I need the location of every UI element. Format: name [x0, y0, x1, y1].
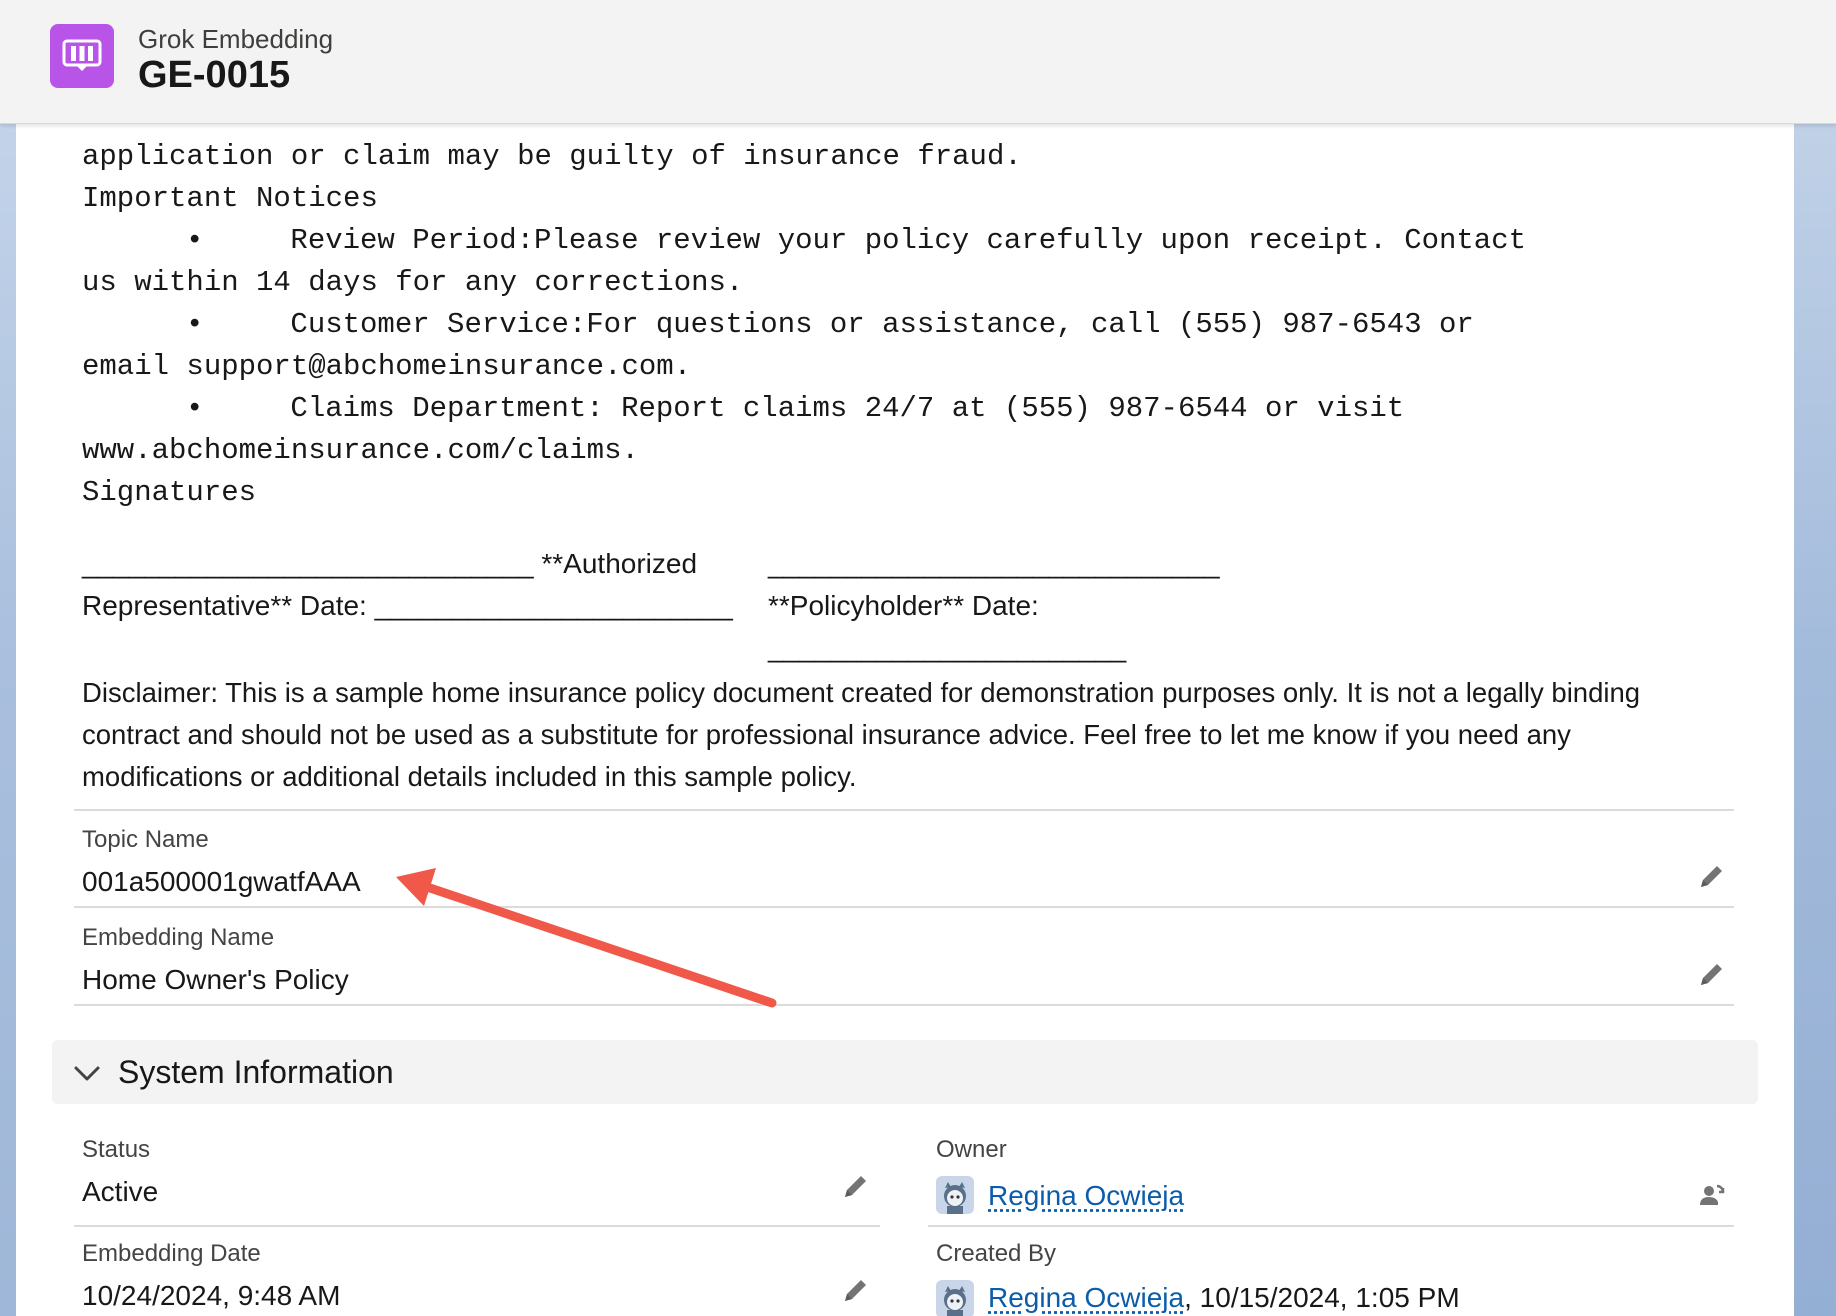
created-by-label: Created By: [936, 1240, 1057, 1267]
notice-bullet-review: • Review Period:Please review your polic…: [186, 224, 1527, 257]
divider: [74, 1004, 1734, 1006]
grok-embedding-app-icon: [50, 24, 114, 88]
divider: [74, 809, 1734, 811]
pencil-icon[interactable]: [1696, 960, 1726, 990]
embedding-date-value: 10/24/2024, 9:48 AM: [82, 1280, 341, 1311]
content-line: application or claim may be guilty of in…: [82, 140, 1022, 173]
owner-label: Owner: [936, 1136, 1007, 1163]
pencil-icon[interactable]: [840, 1172, 870, 1202]
user-avatar-icon: [936, 1280, 974, 1316]
notice-bullet-claims: • Claims Department: Report claims 24/7 …: [186, 392, 1405, 425]
created-by-value: Regina Ocwieja, 10/15/2024, 1:05 PM: [988, 1282, 1460, 1314]
topic-name-label: Topic Name: [82, 826, 209, 853]
object-type-label: Grok Embedding: [138, 24, 334, 54]
pencil-icon[interactable]: [840, 1276, 870, 1306]
book-icon: [62, 39, 102, 71]
created-by-date: , 10/15/2024, 1:05 PM: [1184, 1282, 1460, 1313]
divider: [928, 1225, 1734, 1227]
record-header: Grok Embedding GE-0015: [0, 0, 1836, 124]
page-background-left: [0, 0, 16, 1316]
created-by-link[interactable]: Regina Ocwieja: [988, 1282, 1184, 1313]
owner-link[interactable]: Regina Ocwieja: [988, 1180, 1184, 1212]
embedding-name-value: Home Owner's Policy: [82, 964, 349, 995]
page-background-right: [1794, 0, 1836, 1316]
notice-bullet-service: • Customer Service:For questions or assi…: [186, 308, 1474, 341]
topic-name-value: 001a500001gwatfAAA: [82, 866, 361, 897]
signatures-heading: Signatures: [82, 476, 257, 509]
divider: [74, 906, 1734, 908]
chevron-down-icon[interactable]: [72, 1058, 102, 1088]
change-owner-icon[interactable]: [1696, 1180, 1726, 1210]
notices-heading: Important Notices: [82, 182, 378, 215]
signature-right-line: _____________________________: [768, 548, 1220, 579]
disclaimer-text: Disclaimer: This is a sample home insura…: [82, 677, 1641, 792]
signature-left-line: _____________________________ **Authoriz…: [82, 548, 698, 579]
notice-bullet-service-cont: email support@abchomeinsurance.com.: [82, 350, 692, 383]
record-title: GE-0015: [138, 54, 291, 96]
section-title: System Information: [118, 1054, 394, 1090]
divider: [74, 1225, 880, 1227]
notice-bullet-claims-cont: www.abchomeinsurance.com/claims.: [82, 434, 639, 467]
user-avatar-icon: [936, 1176, 974, 1214]
system-information-section-header[interactable]: System Information: [52, 1040, 1758, 1104]
signature-left-date: Representative** Date: _________________…: [82, 590, 733, 621]
embedding-date-label: Embedding Date: [82, 1240, 261, 1267]
pencil-icon[interactable]: [1696, 862, 1726, 892]
status-label: Status: [82, 1136, 151, 1163]
status-value: Active: [82, 1176, 159, 1207]
signature-right-date-line: _______________________: [768, 632, 1127, 663]
embedding-name-label: Embedding Name: [82, 924, 275, 951]
signature-right-label: **Policyholder** Date:: [768, 590, 1039, 621]
notice-bullet-review-cont: us within 14 days for any corrections.: [82, 266, 744, 299]
